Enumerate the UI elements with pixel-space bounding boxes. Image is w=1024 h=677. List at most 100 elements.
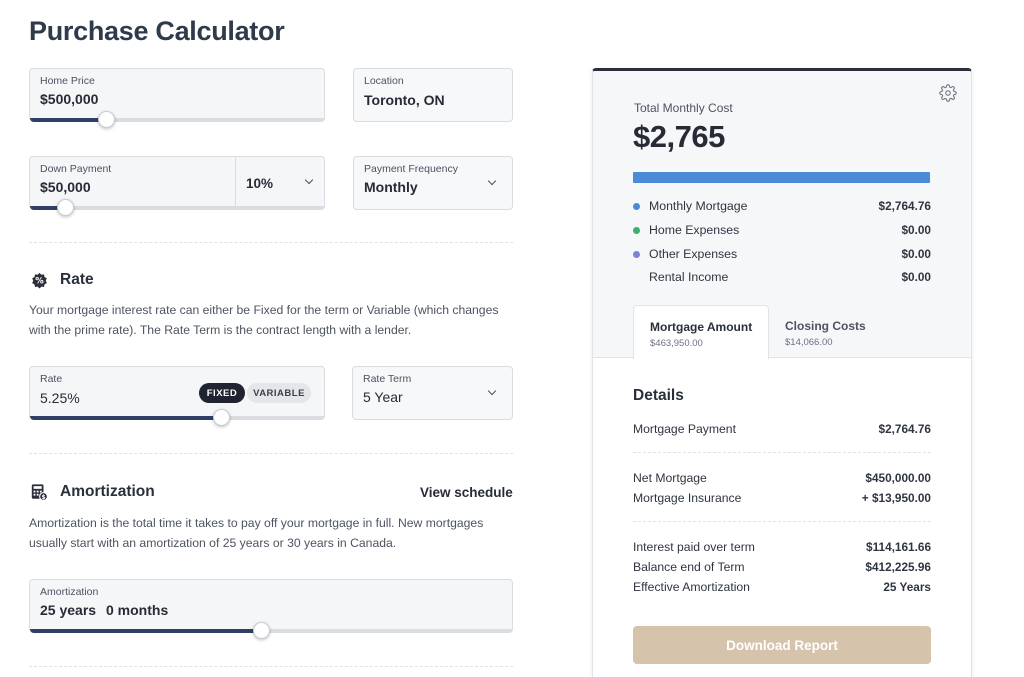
payment-frequency-label: Payment Frequency	[364, 163, 458, 175]
breakdown-row: Rental Income $0.00	[633, 269, 931, 287]
detail-label: Mortgage Insurance	[633, 491, 742, 505]
rate-term-select[interactable]: Rate Term 5 Year	[352, 366, 513, 420]
amortization-years[interactable]: 25 years	[40, 602, 96, 618]
amortization-field[interactable]: Amortization 25 years 0 months	[29, 579, 513, 639]
detail-row: Balance end of Term $412,225.96	[633, 560, 931, 574]
home-price-value[interactable]: $500,000	[40, 91, 98, 107]
home-price-label: Home Price	[40, 75, 95, 87]
down-payment-slider[interactable]	[30, 199, 324, 216]
payment-frequency-select[interactable]: Payment Frequency Monthly	[353, 156, 513, 210]
detail-label: Balance end of Term	[633, 560, 745, 574]
tab-label: Mortgage Amount	[650, 320, 753, 334]
detail-row: Mortgage Insurance + $13,950.00	[633, 491, 931, 505]
down-payment-label: Down Payment	[40, 163, 112, 175]
down-payment-value[interactable]: $50,000	[40, 179, 91, 195]
detail-label: Net Mortgage	[633, 471, 707, 485]
down-payment-slider-thumb[interactable]	[57, 199, 75, 216]
calculator-icon: $	[29, 482, 49, 502]
svg-text:$: $	[41, 495, 45, 501]
summary-panel: Total Monthly Cost $2,765 Monthly Mortga…	[592, 68, 972, 677]
detail-label: Interest paid over term	[633, 540, 755, 554]
breakdown-value: $0.00	[901, 247, 931, 261]
breakdown-value: $2,764.76	[878, 199, 931, 213]
detail-value: 25 Years	[883, 580, 931, 594]
tab-sublabel: $14,066.00	[785, 337, 833, 348]
chevron-down-icon	[304, 175, 314, 185]
amortization-description: Amortization is the total time it takes …	[29, 516, 484, 550]
rate-slider-fill	[30, 416, 222, 420]
rate-field[interactable]: Rate 5.25% FIXED VARIABLE	[29, 366, 325, 426]
home-price-slider[interactable]	[30, 111, 324, 128]
section-divider	[29, 666, 513, 667]
gear-icon[interactable]	[939, 84, 957, 102]
home-price-slider-thumb[interactable]	[98, 111, 116, 128]
legend-dot	[633, 203, 640, 210]
location-value[interactable]: Toronto, ON	[364, 92, 445, 108]
section-divider	[29, 453, 513, 454]
total-monthly-cost-label: Total Monthly Cost	[634, 101, 733, 115]
home-price-field[interactable]: Home Price $500,000	[29, 68, 325, 128]
rate-term-value: 5 Year	[363, 389, 403, 405]
breakdown-value: $0.00	[901, 270, 931, 284]
chevron-down-icon	[487, 386, 497, 396]
page-title: Purchase Calculator	[29, 16, 285, 46]
location-label: Location	[364, 75, 404, 87]
chevron-down-icon	[487, 176, 497, 186]
tab-mortgage-amount[interactable]: Mortgage Amount $463,950.00	[633, 305, 769, 359]
down-payment-field[interactable]: Down Payment $50,000 10%	[29, 156, 325, 216]
fixed-toggle[interactable]: FIXED	[199, 383, 245, 403]
breakdown-label: Other Expenses	[649, 247, 738, 261]
detail-value: $2,764.76	[878, 422, 931, 436]
section-divider	[29, 242, 513, 243]
detail-row: Interest paid over term $114,161.66	[633, 540, 931, 554]
total-monthly-cost-value: $2,765	[633, 119, 725, 154]
rate-slider-thumb[interactable]	[213, 409, 231, 426]
home-price-slider-fill	[30, 118, 107, 122]
details-divider	[633, 452, 931, 453]
detail-value: + $13,950.00	[861, 491, 931, 505]
breakdown-label: Monthly Mortgage	[649, 199, 748, 213]
variable-toggle[interactable]: VARIABLE	[247, 383, 311, 403]
payment-frequency-value: Monthly	[364, 179, 418, 195]
tab-closing-costs[interactable]: Closing Costs $14,066.00	[769, 305, 899, 359]
breakdown-label: Home Expenses	[649, 223, 740, 237]
rate-section-header: % Rate	[29, 270, 94, 290]
breakdown-row: Other Expenses $0.00	[633, 246, 931, 264]
detail-row: Effective Amortization 25 Years	[633, 580, 931, 594]
rate-label: Rate	[40, 373, 63, 385]
cost-breakdown-bar	[633, 172, 930, 183]
breakdown-value: $0.00	[901, 223, 931, 237]
detail-row: Net Mortgage $450,000.00	[633, 471, 931, 485]
detail-label: Mortgage Payment	[633, 422, 736, 436]
detail-row: Mortgage Payment $2,764.76	[633, 422, 931, 436]
amortization-section-title: Amortization	[60, 483, 155, 500]
rate-slider[interactable]	[30, 409, 324, 426]
detail-value: $412,225.96	[865, 560, 931, 574]
legend-dot	[633, 227, 640, 234]
summary-header: Total Monthly Cost $2,765 Monthly Mortga…	[593, 71, 971, 359]
breakdown-label: Rental Income	[649, 270, 729, 284]
down-payment-percent-select[interactable]: 10%	[236, 157, 325, 208]
details-title: Details	[633, 387, 684, 404]
amortization-slider-thumb[interactable]	[253, 622, 271, 639]
svg-text:%: %	[35, 276, 44, 286]
percent-badge-icon: %	[29, 270, 49, 290]
view-schedule-link[interactable]: View schedule	[420, 485, 513, 500]
tab-sublabel: $463,950.00	[650, 338, 703, 349]
rate-description: Your mortgage interest rate can either b…	[29, 303, 499, 337]
details-divider	[633, 521, 931, 522]
location-field[interactable]: Location Toronto, ON	[353, 68, 513, 122]
detail-value: $114,161.66	[866, 540, 931, 554]
tab-label: Closing Costs	[785, 319, 866, 333]
rate-section-title: Rate	[60, 271, 94, 288]
amortization-months[interactable]: 0 months	[106, 602, 168, 618]
rate-value[interactable]: 5.25%	[40, 390, 80, 406]
download-report-button[interactable]: Download Report	[633, 626, 931, 664]
amortization-slider[interactable]	[30, 622, 512, 639]
detail-label: Effective Amortization	[633, 580, 750, 594]
legend-dot	[633, 251, 640, 258]
amortization-label: Amortization	[40, 586, 99, 598]
detail-value: $450,000.00	[865, 471, 931, 485]
rate-term-label: Rate Term	[363, 373, 412, 385]
breakdown-row: Monthly Mortgage $2,764.76	[633, 198, 931, 216]
